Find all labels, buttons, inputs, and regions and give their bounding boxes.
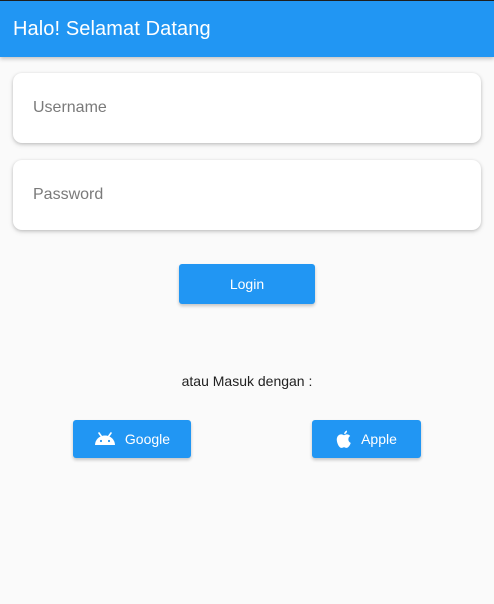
google-login-button[interactable]: Google	[73, 420, 191, 458]
apple-button-label: Apple	[361, 431, 397, 447]
username-card	[13, 73, 481, 143]
android-icon	[94, 432, 116, 446]
login-button[interactable]: Login	[179, 264, 315, 304]
app-bar: Halo! Selamat Datang	[0, 0, 494, 57]
alternative-login-text: atau Masuk dengan :	[181, 373, 313, 389]
password-input[interactable]	[33, 160, 463, 230]
password-card	[13, 160, 481, 230]
apple-icon	[336, 430, 352, 449]
login-button-label: Login	[229, 276, 265, 292]
username-input[interactable]	[33, 73, 463, 143]
apple-login-button[interactable]: Apple	[312, 420, 421, 458]
google-button-label: Google	[124, 431, 171, 447]
app-title: Halo! Selamat Datang	[13, 17, 211, 40]
